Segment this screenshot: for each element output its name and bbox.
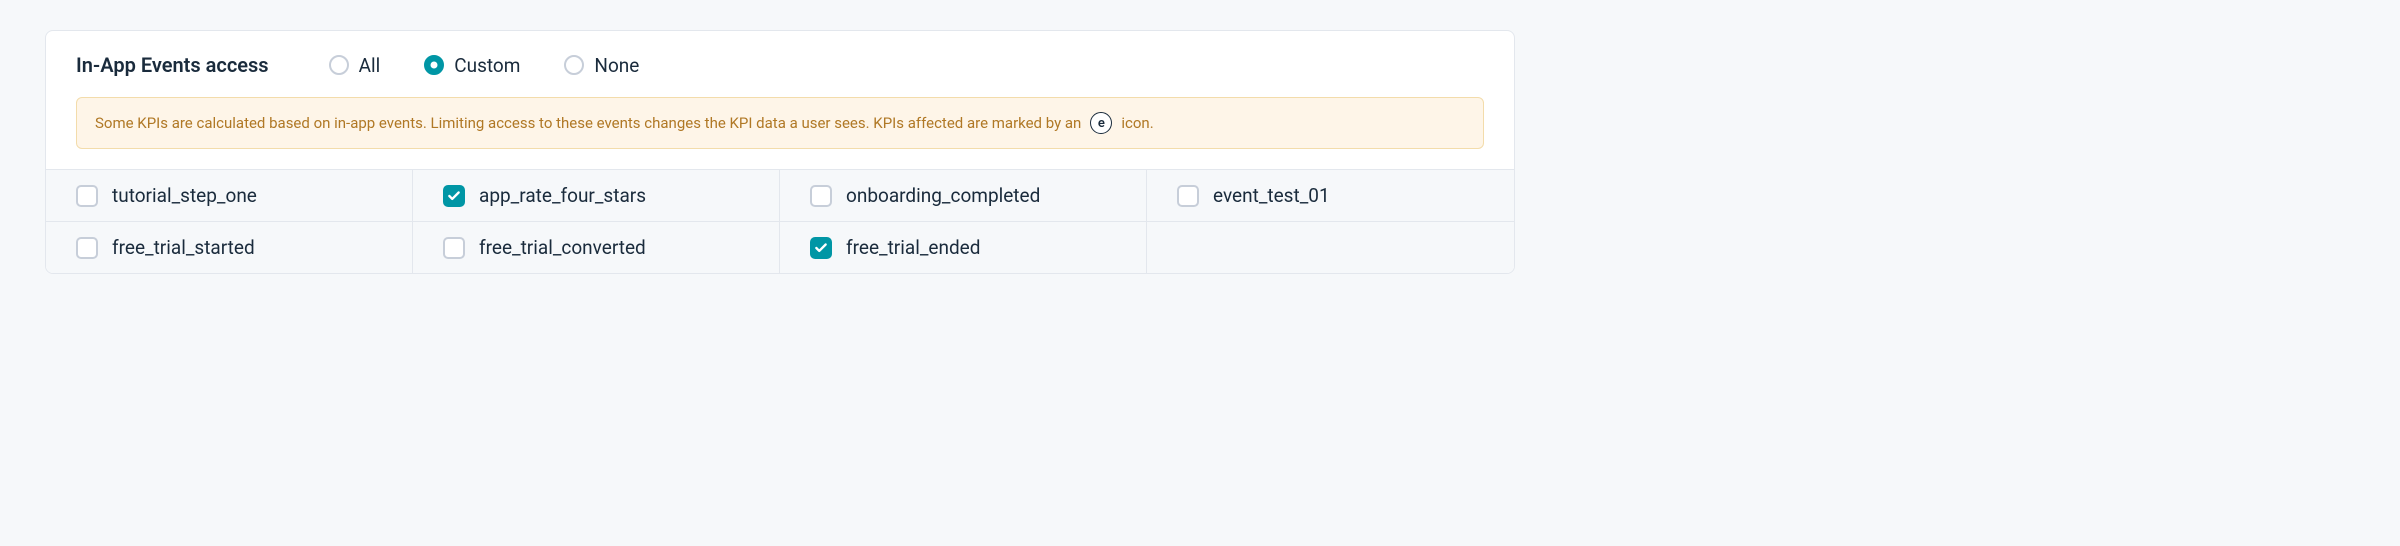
radio-circle-icon xyxy=(329,55,349,75)
section-title: In-App Events access xyxy=(76,53,269,77)
event-label: free_trial_converted xyxy=(479,236,646,259)
radio-circle-icon xyxy=(424,55,444,75)
event-label: app_rate_four_stars xyxy=(479,184,646,207)
event-label: event_test_01 xyxy=(1213,184,1330,207)
events-access-card: In-App Events access All Custom None Som… xyxy=(45,30,1515,274)
checkbox-icon xyxy=(810,185,832,207)
event-cell[interactable]: free_trial_started xyxy=(46,221,413,273)
radio-group: All Custom None xyxy=(329,54,640,77)
checkbox-icon xyxy=(443,185,465,207)
checkbox-icon xyxy=(76,185,98,207)
kpi-e-icon: e xyxy=(1090,112,1112,134)
event-label: free_trial_ended xyxy=(846,236,980,259)
banner-text-before: Some KPIs are calculated based on in-app… xyxy=(95,114,1081,132)
radio-label: Custom xyxy=(454,54,520,77)
event-cell[interactable]: app_rate_four_stars xyxy=(413,169,780,221)
radio-circle-icon xyxy=(564,55,584,75)
event-cell xyxy=(1147,221,1514,273)
banner-text-after: icon. xyxy=(1121,114,1153,132)
radio-none[interactable]: None xyxy=(564,54,639,77)
event-cell[interactable]: tutorial_step_one xyxy=(46,169,413,221)
radio-all[interactable]: All xyxy=(329,54,381,77)
radio-custom[interactable]: Custom xyxy=(424,54,520,77)
event-cell[interactable]: free_trial_converted xyxy=(413,221,780,273)
event-cell[interactable]: event_test_01 xyxy=(1147,169,1514,221)
event-label: tutorial_step_one xyxy=(112,184,257,207)
checkbox-icon xyxy=(443,237,465,259)
radio-label: All xyxy=(359,54,381,77)
checkbox-icon xyxy=(76,237,98,259)
event-label: free_trial_started xyxy=(112,236,255,259)
events-grid: tutorial_step_one app_rate_four_stars onbo… xyxy=(46,169,1514,273)
radio-label: None xyxy=(594,54,639,77)
event-cell[interactable]: onboarding_completed xyxy=(780,169,1147,221)
checkbox-icon xyxy=(1177,185,1199,207)
header-row: In-App Events access All Custom None xyxy=(46,31,1514,97)
event-cell[interactable]: free_trial_ended xyxy=(780,221,1147,273)
event-label: onboarding_completed xyxy=(846,184,1040,207)
checkbox-icon xyxy=(810,237,832,259)
info-banner: Some KPIs are calculated based on in-app… xyxy=(76,97,1484,149)
